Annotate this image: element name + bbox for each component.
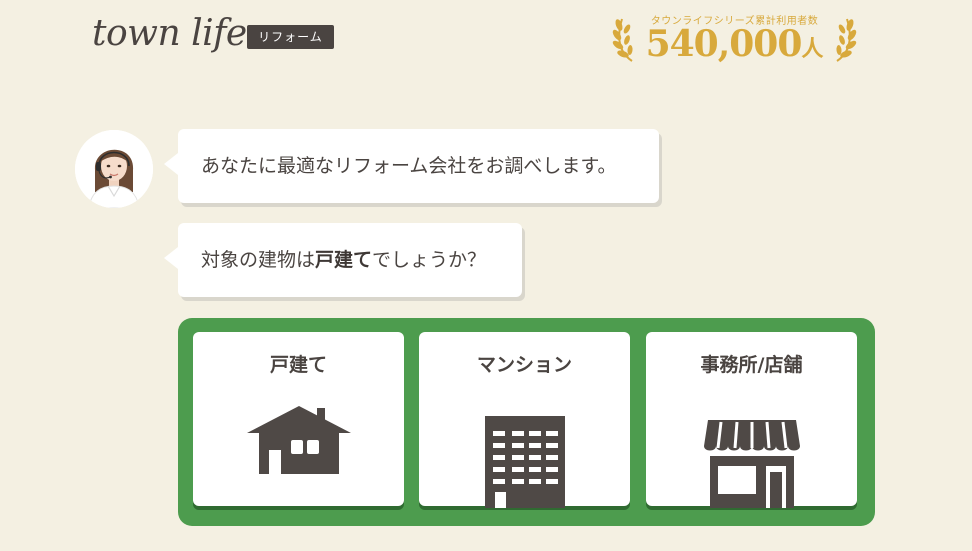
chat-bubble-question: 対象の建物は戸建てでしょうか？ [164,223,522,297]
option-label: マンション [476,354,572,376]
option-detached-house-button[interactable]: 戸建て [193,332,404,506]
apartment-building-icon [484,416,565,508]
chat-question-emphasis: 戸建て [315,249,373,271]
logo-badge: リフォーム [247,25,334,49]
option-label: 事務所/店舗 [700,354,803,376]
stat-number-value: 540,000 [645,23,803,65]
chat-question-suffix: でしょうか？ [372,249,487,271]
building-type-options: 戸建て マンション 事務所/店舗 [178,318,875,526]
storefront-icon [703,420,800,508]
operator-avatar [75,130,153,208]
option-apartment-button[interactable]: マンション [419,332,630,508]
stat-number-unit: 人 [801,36,824,62]
logo-wordmark: town life [92,13,247,54]
option-office-store-button[interactable]: 事務所/店舗 [646,332,857,508]
operator-avatar-icon [75,130,153,208]
laurel-right-icon [836,18,857,62]
stat-number: 540,000人 [640,24,829,64]
chat-question-prefix: 対象の建物は [201,249,316,271]
user-count-award: タウンライフシリーズ累計利用者数 540,000人 [612,10,857,66]
option-label: 戸建て [269,354,327,376]
chat-bubble-intro: あなたに最適なリフォーム会社をお調べします。 [164,129,659,203]
house-icon [246,406,351,474]
laurel-left-icon [612,18,633,62]
chat-message-intro: あなたに最適なリフォーム会社をお調べします。 [201,155,617,177]
